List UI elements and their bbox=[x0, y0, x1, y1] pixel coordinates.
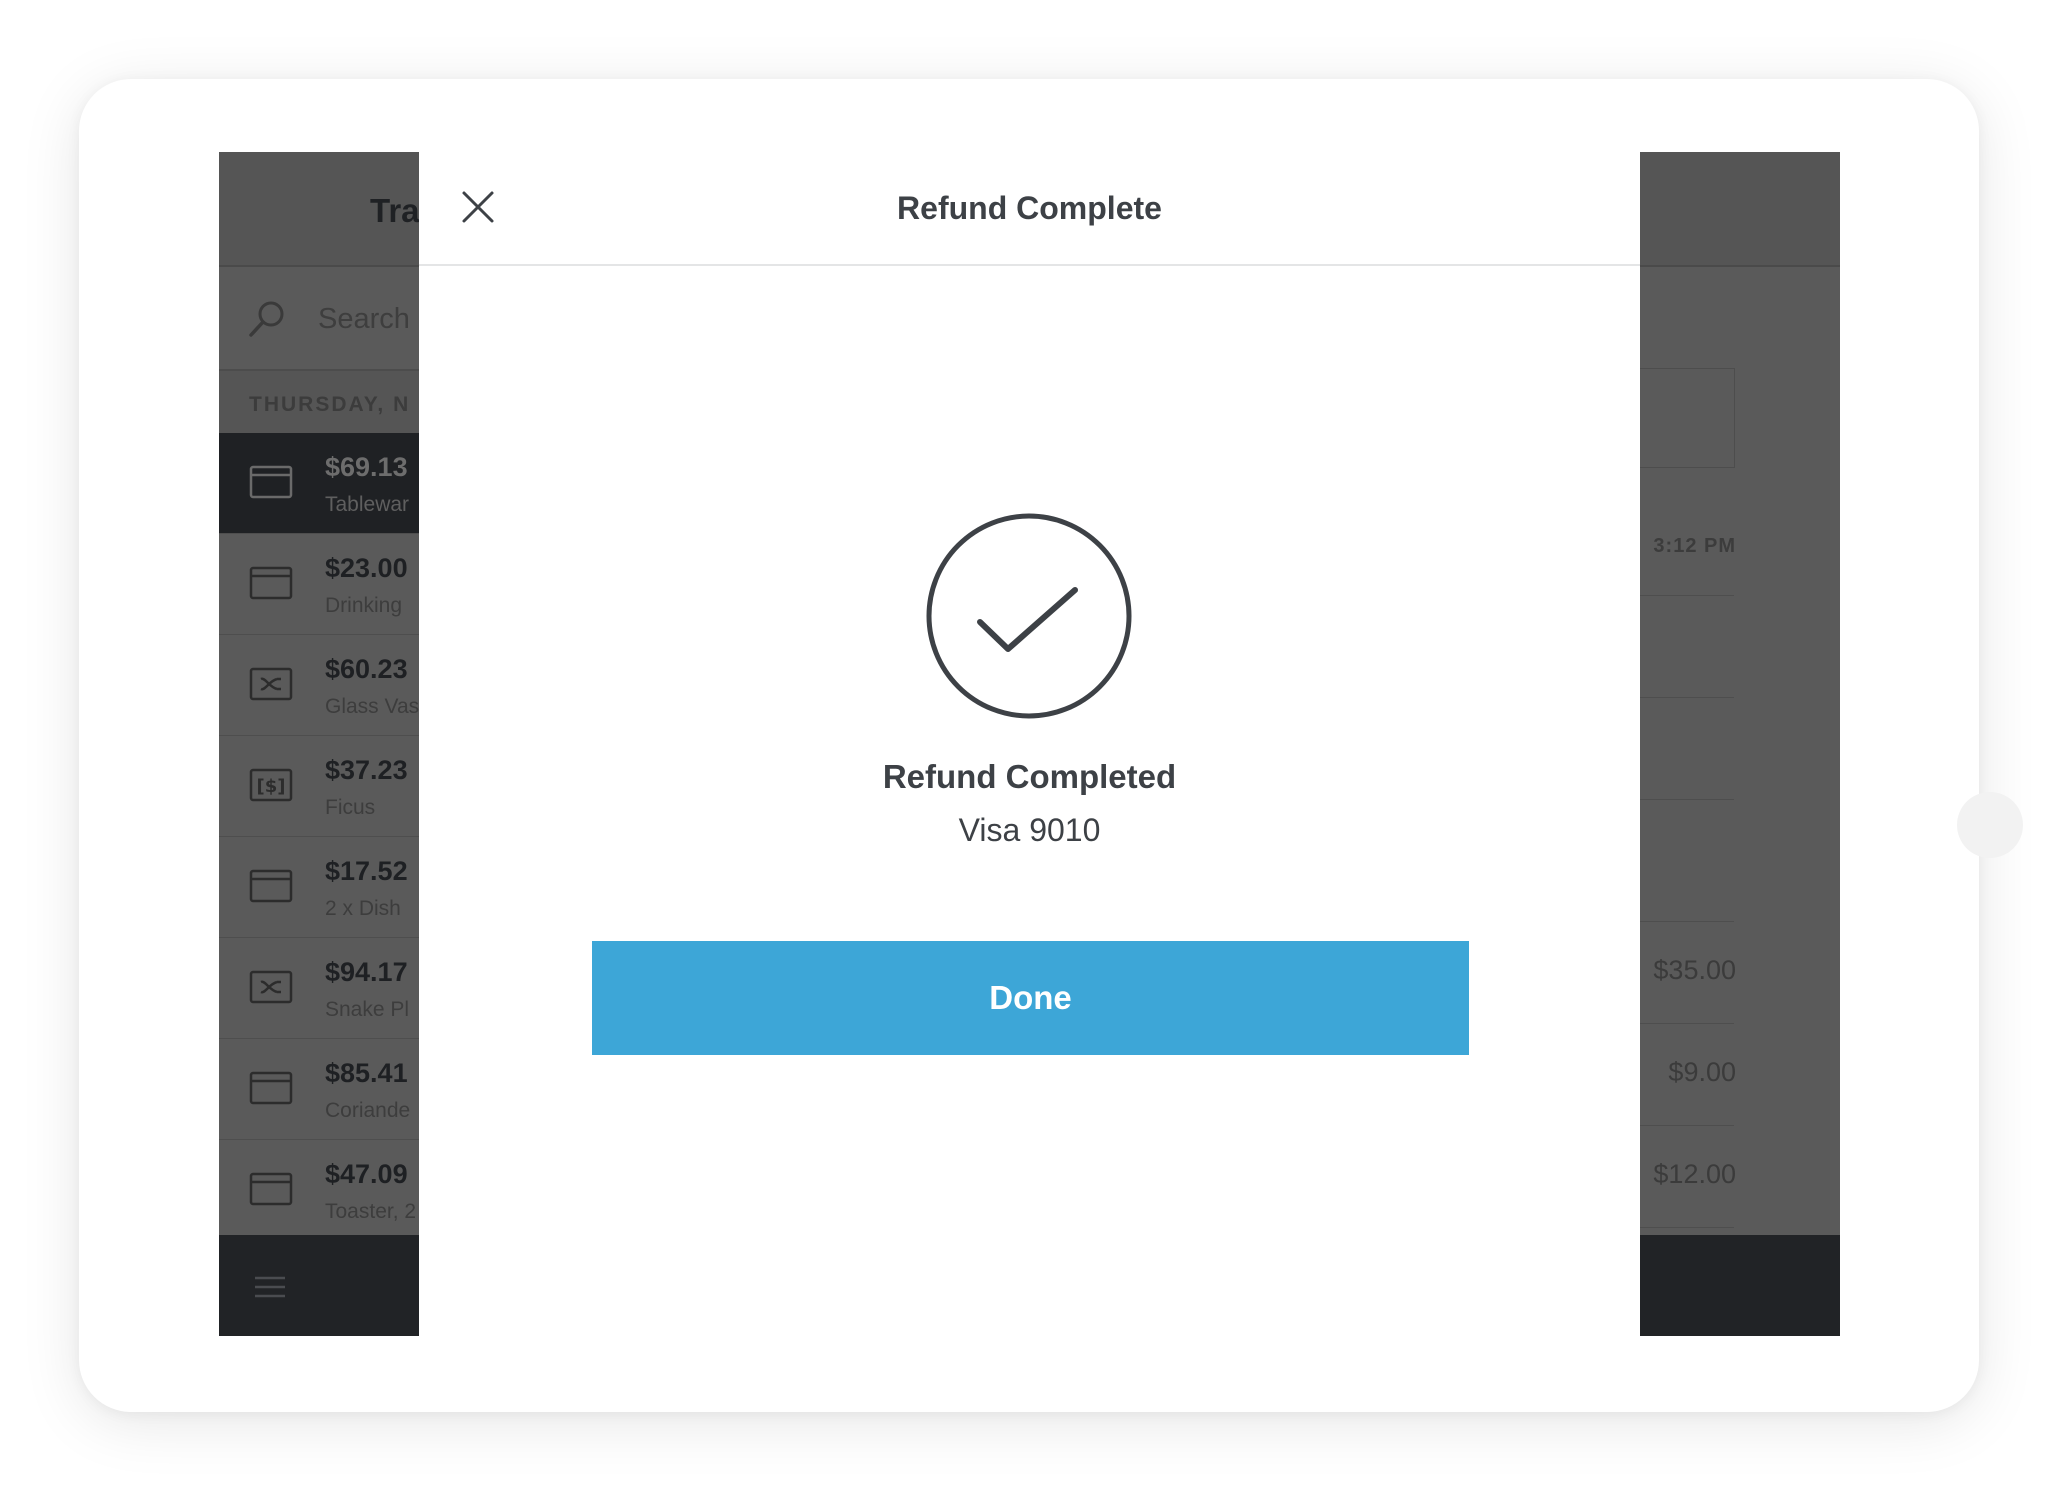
transaction-amount: $69.13 bbox=[325, 452, 408, 482]
divider bbox=[1640, 1125, 1734, 1126]
transaction-row[interactable]: $94.17 Snake Pl bbox=[219, 938, 419, 1039]
transaction-description: Snake Pl bbox=[325, 998, 410, 1021]
transaction-row[interactable]: $85.41 Coriande bbox=[219, 1039, 419, 1140]
divider bbox=[1640, 921, 1734, 922]
transaction-row[interactable]: $69.13 Tablewar bbox=[219, 433, 419, 534]
transaction-amount: $60.23 bbox=[325, 654, 408, 684]
transactions-panel: Tra Search THURSDAY, N $69.13 Tablewar $… bbox=[219, 152, 419, 1336]
done-button[interactable]: Done bbox=[592, 941, 1469, 1055]
card-icon bbox=[249, 1172, 293, 1206]
transaction-amount: $17.52 bbox=[325, 856, 408, 886]
transaction-description: Glass Vas bbox=[325, 695, 419, 718]
divider bbox=[1640, 595, 1734, 596]
bottom-bar bbox=[219, 1235, 419, 1336]
checkmark-circle-icon bbox=[926, 513, 1132, 719]
date-section-label: THURSDAY, N bbox=[249, 393, 411, 416]
transaction-description: Coriande bbox=[325, 1099, 411, 1122]
modal-title: Refund Complete bbox=[897, 190, 1162, 226]
detail-header bbox=[1640, 152, 1840, 267]
detail-action-box bbox=[1640, 368, 1735, 468]
gift-card-icon bbox=[249, 667, 293, 701]
line-item-price: $35.00 bbox=[1653, 955, 1736, 985]
transaction-description: Drinking bbox=[325, 594, 403, 617]
transactions-title: Tra bbox=[370, 192, 419, 229]
transaction-time: 3:12 PM bbox=[1653, 535, 1736, 557]
gift-card-icon bbox=[249, 970, 293, 1004]
transaction-description: 2 x Dish bbox=[325, 897, 401, 920]
transaction-description: Ficus bbox=[325, 796, 376, 819]
home-button[interactable] bbox=[1957, 792, 2023, 858]
divider bbox=[1640, 1227, 1734, 1228]
transactions-header: Tra bbox=[219, 152, 419, 267]
transaction-amount: $37.23 bbox=[325, 755, 408, 785]
app-screen: Tra Search THURSDAY, N $69.13 Tablewar $… bbox=[219, 152, 1840, 1336]
search-bar[interactable]: Search bbox=[219, 267, 419, 371]
transaction-row[interactable]: [$] $37.23 Ficus bbox=[219, 736, 419, 837]
transaction-list: $69.13 Tablewar $23.00 Drinking $60.23 G… bbox=[219, 433, 419, 1241]
modal-header: Refund Complete bbox=[419, 152, 1640, 266]
refund-complete-modal: Refund Complete Refund Completed Visa 90… bbox=[419, 152, 1640, 1336]
status-title: Refund Completed bbox=[882, 758, 1177, 795]
line-item-price: $9.00 bbox=[1668, 1057, 1736, 1087]
transaction-amount: $23.00 bbox=[325, 553, 408, 583]
card-icon bbox=[249, 566, 293, 600]
transaction-amount: $94.17 bbox=[325, 957, 408, 987]
cash-icon: [$] bbox=[249, 768, 293, 802]
transaction-description: Toaster, 2 bbox=[325, 1200, 417, 1223]
transaction-description: Tablewar bbox=[325, 493, 410, 516]
divider bbox=[1640, 697, 1734, 698]
divider bbox=[1640, 1023, 1734, 1024]
transaction-row[interactable]: $47.09 Toaster, 2 bbox=[219, 1140, 419, 1241]
search-input[interactable]: Search bbox=[318, 303, 410, 336]
payment-method: Visa 9010 bbox=[958, 812, 1101, 848]
card-icon bbox=[249, 869, 293, 903]
date-section-header: THURSDAY, N bbox=[219, 371, 419, 433]
transaction-row[interactable]: $17.52 2 x Dish bbox=[219, 837, 419, 938]
svg-text:[$]: [$] bbox=[257, 776, 286, 797]
transaction-row[interactable]: $60.23 Glass Vas bbox=[219, 635, 419, 736]
transaction-detail-panel: 3:12 PM $35.00 $9.00 $12.00 bbox=[1640, 152, 1840, 1336]
line-item-price: $12.00 bbox=[1653, 1159, 1736, 1189]
transaction-amount: $47.09 bbox=[325, 1159, 408, 1189]
hamburger-menu-icon[interactable] bbox=[255, 1275, 285, 1299]
close-icon[interactable] bbox=[453, 182, 503, 232]
search-icon bbox=[249, 301, 284, 337]
transaction-row[interactable]: $23.00 Drinking bbox=[219, 534, 419, 635]
card-icon bbox=[249, 1071, 293, 1105]
divider bbox=[1640, 799, 1734, 800]
bottom-bar bbox=[1640, 1235, 1840, 1336]
transaction-amount: $85.41 bbox=[325, 1058, 408, 1088]
card-icon bbox=[249, 465, 293, 499]
